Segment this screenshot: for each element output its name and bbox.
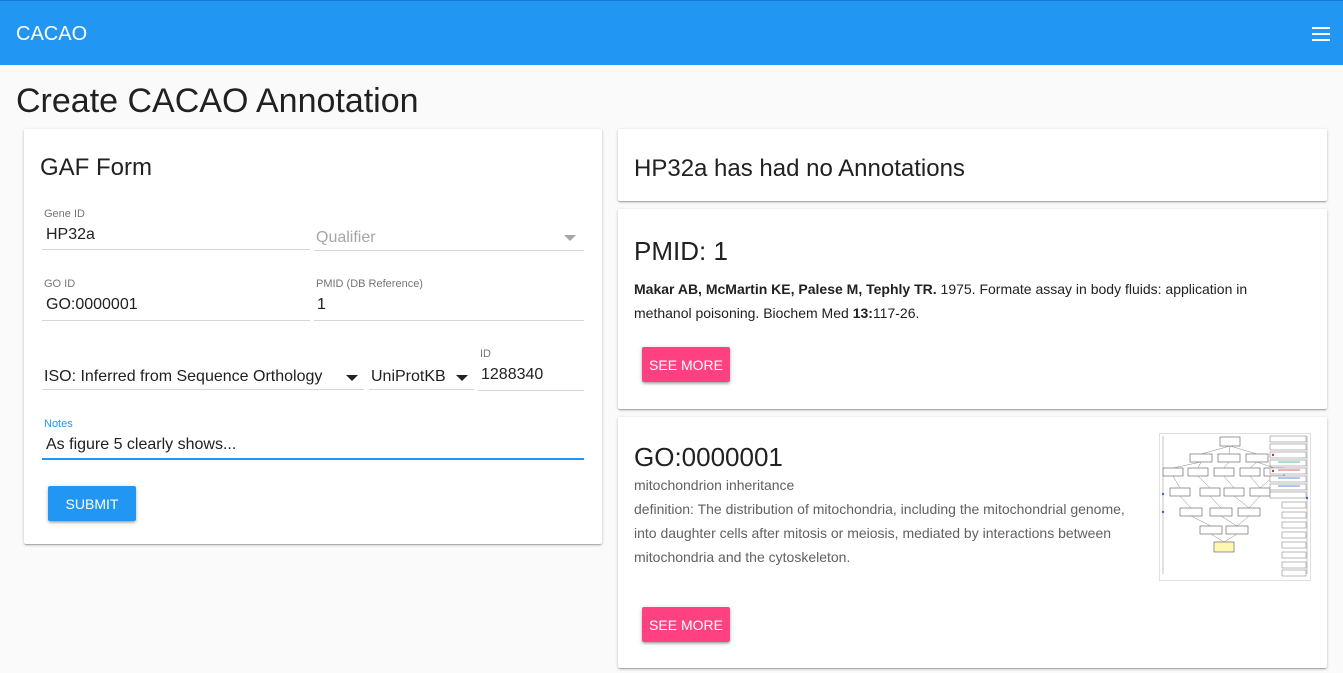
menu-icon — [1312, 27, 1330, 41]
annotations-status-card: HP32a has had no Annotations — [618, 129, 1327, 201]
go-id-input[interactable]: GO:0000001 — [46, 296, 138, 314]
with-id-field[interactable]: ID 1288340 — [478, 348, 584, 391]
menu-button[interactable] — [1307, 21, 1335, 47]
pmid-field[interactable]: PMID (DB Reference) 1 — [314, 278, 584, 321]
db-select[interactable]: UniProtKB — [369, 364, 474, 390]
annotations-heading: HP32a has had no Annotations — [634, 155, 965, 182]
qualifier-placeholder: Qualifier — [316, 229, 376, 246]
go-term-card: GO:0000001 mitochondrion inheritance def… — [618, 417, 1327, 668]
citation-authors: Makar AB, McMartin KE, Palese M, Tephly … — [634, 281, 937, 297]
citation-pages: 117-26. — [872, 305, 920, 321]
gene-id-label: Gene ID — [44, 208, 85, 220]
go-see-more-button[interactable]: See More — [642, 607, 730, 642]
submit-button[interactable]: Submit — [48, 486, 136, 521]
go-term-id: GO:0000001 — [634, 442, 783, 472]
pubmed-see-more-button[interactable]: See More — [642, 347, 730, 382]
app-title: CACAO — [16, 23, 88, 45]
go-term-name: mitochondrion inheritance — [634, 477, 795, 493]
chevron-down-icon — [564, 235, 576, 241]
db-underline — [369, 389, 474, 390]
with-id-label: ID — [480, 348, 491, 360]
app-bar: CACAO — [0, 0, 1343, 65]
pmid-underline — [314, 320, 584, 321]
chevron-down-icon — [456, 375, 468, 381]
with-id-underline — [478, 390, 584, 391]
go-graph-diagram — [1161, 435, 1309, 577]
citation-volume: 13: — [852, 305, 873, 321]
notes-input[interactable]: As figure 5 clearly shows... — [46, 436, 236, 454]
pubmed-card: PMID: 1 Makar AB, McMartin KE, Palese M,… — [618, 209, 1327, 409]
pmid-title: PMID: 1 — [634, 236, 728, 266]
gene-id-underline — [42, 249, 310, 250]
qualifier-underline — [314, 250, 584, 251]
gene-id-input[interactable]: HP32a — [46, 226, 95, 244]
gene-id-field[interactable]: Gene ID HP32a — [42, 208, 310, 250]
chevron-down-icon — [346, 375, 358, 381]
gaf-form-card: GAF Form Gene ID HP32a Qualifier GO ID G… — [24, 129, 602, 544]
evidence-value: ISO: Inferred from Sequence Orthology — [44, 368, 323, 385]
citation-text: Makar AB, McMartin KE, Palese M, Tephly … — [634, 277, 1294, 325]
form-title: GAF Form — [40, 154, 152, 181]
page-title: Create CACAO Annotation — [16, 82, 419, 120]
go-term-definition: definition: The distribution of mitochon… — [634, 501, 1125, 565]
evidence-underline — [42, 389, 364, 390]
go-graph-image[interactable] — [1159, 433, 1311, 581]
pmid-label: PMID (DB Reference) — [316, 278, 423, 290]
db-value: UniProtKB — [371, 368, 446, 385]
go-id-field[interactable]: GO ID GO:0000001 — [42, 278, 310, 321]
notes-field[interactable]: Notes As figure 5 clearly shows... — [42, 418, 584, 460]
qualifier-select[interactable]: Qualifier — [314, 225, 584, 251]
evidence-select[interactable]: ISO: Inferred from Sequence Orthology — [42, 364, 364, 390]
pmid-input[interactable]: 1 — [317, 296, 326, 314]
go-id-label: GO ID — [44, 278, 76, 290]
notes-underline — [42, 458, 584, 460]
notes-label: Notes — [44, 418, 73, 430]
with-id-input[interactable]: 1288340 — [481, 366, 543, 384]
go-id-underline — [42, 320, 310, 321]
